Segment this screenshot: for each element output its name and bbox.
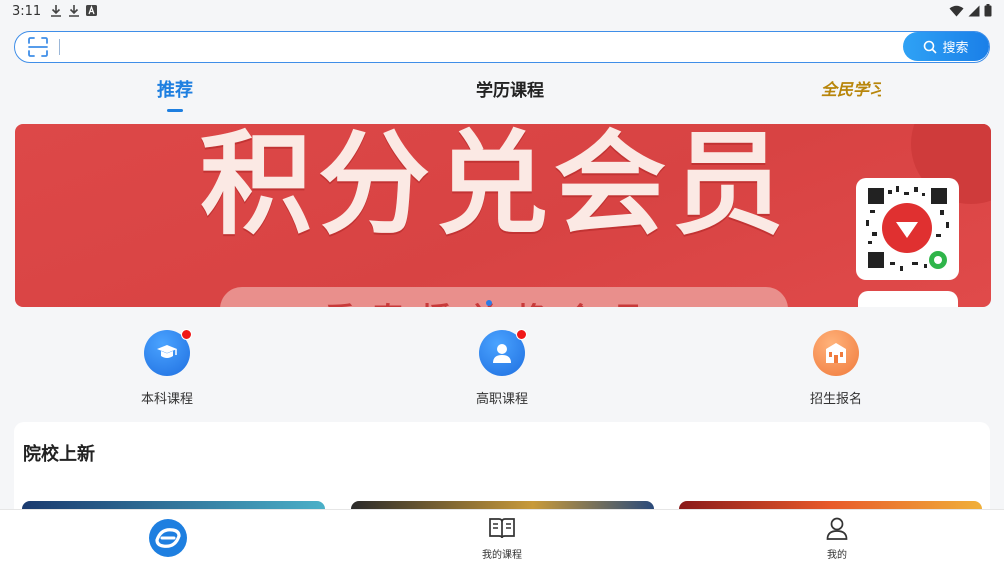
wifi-icon: [949, 5, 964, 16]
bottom-navigation: 我的课程 我的: [0, 509, 1004, 565]
school-building-icon: [826, 343, 846, 363]
battery-icon: [984, 4, 992, 17]
search-icon: [924, 40, 938, 54]
download-icon: [51, 5, 61, 17]
section-title: 院校上新: [23, 444, 95, 465]
national-learning-logo-text: 全民学习: [821, 80, 881, 99]
quick-entry-enrollment[interactable]: 招生报名: [776, 330, 896, 407]
quick-entry-undergraduate[interactable]: 本科课程: [107, 329, 227, 407]
tab-national-learning[interactable]: 全民学习: [818, 78, 887, 105]
nav-my-courses[interactable]: 我的课程: [462, 516, 542, 561]
search-bar: 搜索: [14, 31, 990, 63]
tab-recommend[interactable]: 推荐: [150, 76, 200, 102]
tab-degree-courses[interactable]: 学历课程: [470, 76, 550, 101]
download-icon: [69, 5, 79, 17]
status-time: 3:11: [12, 4, 42, 19]
nav-label: 我的课程: [482, 550, 522, 561]
search-button[interactable]: 搜索: [903, 32, 989, 61]
app-a-icon: [86, 5, 97, 16]
home-logo-icon: [149, 519, 187, 557]
banner-subline: 看直播兑换会员: [325, 294, 661, 307]
qr-code-icon: [866, 186, 949, 271]
qr-code-card-secondary: [858, 291, 958, 307]
banner-headline: 积分兑会员: [200, 124, 790, 250]
notification-badge: [516, 329, 527, 340]
graduate-icon: [157, 345, 177, 358]
quick-entry-vocational[interactable]: 高职课程: [442, 329, 562, 407]
person-icon: [493, 344, 511, 363]
nav-me[interactable]: 我的: [797, 516, 877, 561]
new-courses-section: 院校上新: [14, 422, 990, 531]
national-learning-logo: 全民学习: [821, 80, 887, 99]
quick-entry-label: 招生报名: [809, 392, 862, 407]
nav-label: 我的: [827, 550, 847, 561]
top-tabs: 推荐 学历课程 全民学习: [0, 72, 1004, 112]
qr-code-card: [856, 178, 959, 280]
status-bar: 3:11: [0, 0, 1004, 24]
search-divider: [59, 39, 60, 55]
banner-page-indicator: [486, 300, 492, 306]
status-system-icons: [949, 4, 992, 17]
quick-entry-label: 本科课程: [140, 392, 193, 407]
quick-entry-label: 高职课程: [475, 392, 528, 407]
tab-active-indicator: [167, 109, 183, 112]
search-input[interactable]: [65, 36, 895, 58]
scan-icon[interactable]: [27, 36, 49, 58]
nav-home[interactable]: [128, 518, 208, 562]
search-button-label: 搜索: [942, 41, 969, 56]
status-notifications: [50, 4, 97, 17]
user-icon: [826, 517, 848, 540]
promo-banner[interactable]: 积分兑会员 看直播兑换会员: [15, 124, 991, 307]
notification-badge: [181, 329, 192, 340]
signal-icon: [968, 5, 980, 16]
book-icon: [489, 518, 515, 539]
